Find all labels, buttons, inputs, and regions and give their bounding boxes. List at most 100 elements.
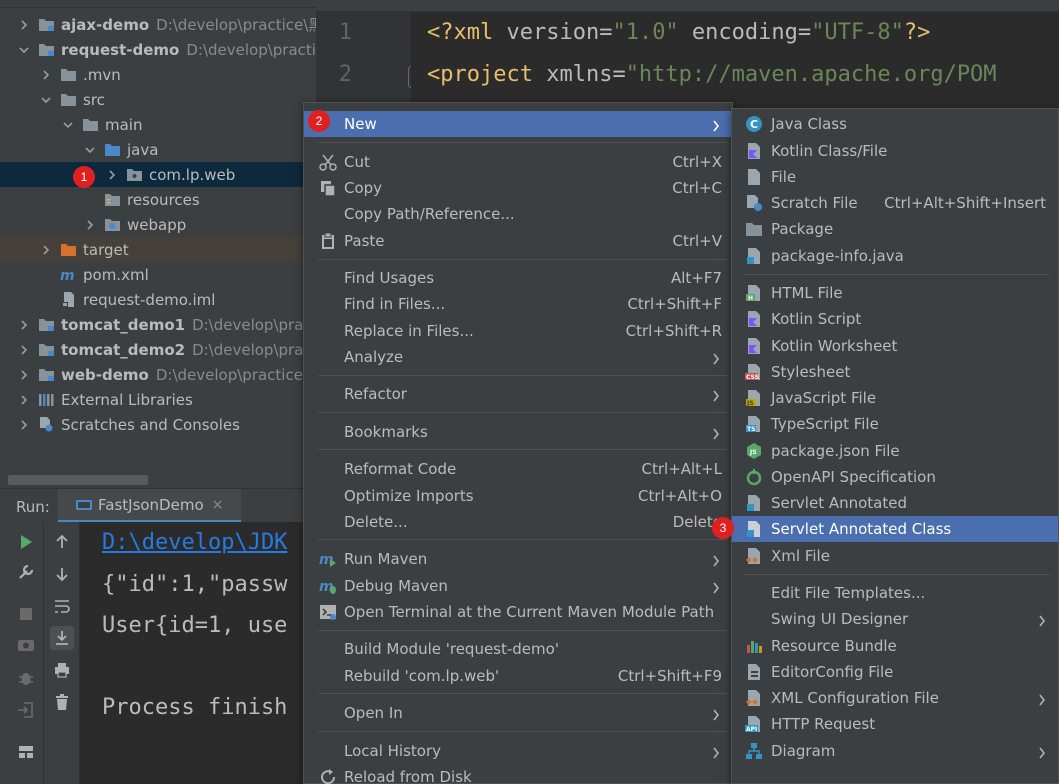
- new-item-scratch-file[interactable]: Scratch File Ctrl+Alt+Shift+Insert: [732, 190, 1058, 216]
- chevron-down-icon[interactable]: [62, 119, 74, 131]
- tree-item-pom-xml[interactable]: m pom.xml: [0, 262, 316, 287]
- menu-item-paste[interactable]: Paste Ctrl+V: [304, 228, 732, 254]
- code-editor[interactable]: <?xml version="1.0" encoding="UTF-8"?> <…: [411, 12, 1059, 108]
- menu-item-open-in[interactable]: Open In: [304, 700, 732, 726]
- menu-item-label: Local History: [344, 742, 442, 760]
- menu-item-find-usages[interactable]: Find Usages Alt+F7: [304, 265, 732, 291]
- chevron-right-icon[interactable]: [18, 344, 30, 356]
- menu-item-label: Edit File Templates...: [771, 584, 926, 602]
- tree-item-web-demo[interactable]: web-demo D:\develop\practice\: [0, 362, 316, 387]
- camera-icon[interactable]: [14, 632, 38, 656]
- menu-shortcut: Ctrl+Alt+O: [638, 487, 722, 505]
- trash-icon[interactable]: [50, 690, 74, 714]
- menu-item-reformat-code[interactable]: Reformat Code Ctrl+Alt+L: [304, 456, 732, 482]
- soft-wrap-icon[interactable]: [50, 594, 74, 618]
- new-item-openapi[interactable]: OpenAPI Specification: [732, 464, 1058, 490]
- tree-item-external-libraries[interactable]: External Libraries: [0, 387, 316, 412]
- tree-item-target[interactable]: target: [0, 237, 316, 262]
- chevron-right-icon[interactable]: [106, 169, 118, 181]
- tree-item-webapp[interactable]: webapp: [0, 212, 316, 237]
- scroll-to-end-icon[interactable]: [50, 626, 74, 650]
- menu-item-build-module[interactable]: Build Module 'request-demo': [304, 636, 732, 662]
- new-item-html-file[interactable]: H HTML File: [732, 280, 1058, 306]
- tree-item-ajax-demo[interactable]: ajax-demo D:\develop\practice\黑: [0, 12, 316, 37]
- menu-item-run-maven[interactable]: m Run Maven: [304, 546, 732, 572]
- new-item-diagram[interactable]: Diagram: [732, 738, 1058, 764]
- new-item-javascript-file[interactable]: JS JavaScript File: [732, 385, 1058, 411]
- new-item-kotlin-worksheet[interactable]: Kotlin Worksheet: [732, 333, 1058, 359]
- menu-item-rebuild[interactable]: Rebuild 'com.lp.web' Ctrl+Shift+F9: [304, 663, 732, 689]
- new-item-edit-file-templates[interactable]: Edit File Templates...: [732, 580, 1058, 606]
- new-item-stylesheet[interactable]: CSS Stylesheet: [732, 359, 1058, 385]
- tree-item-tomcat-demo1[interactable]: tomcat_demo1 D:\develop\pract: [0, 312, 316, 337]
- new-item-package-json[interactable]: JS package.json File: [732, 438, 1058, 464]
- menu-item-reload-from-disk[interactable]: Reload from Disk: [304, 764, 732, 784]
- tree-item-src[interactable]: src: [0, 87, 316, 112]
- tree-item-request-demo[interactable]: request-demo D:\develop\practice: [0, 37, 316, 62]
- chevron-right-icon[interactable]: [18, 19, 30, 31]
- new-item-xml-file[interactable]: Xml File: [732, 543, 1058, 569]
- new-item-servlet-annotated-class[interactable]: Servlet Annotated Class: [732, 516, 1058, 542]
- menu-item-new[interactable]: New: [304, 111, 732, 137]
- new-item-swing-ui-designer[interactable]: Swing UI Designer: [732, 606, 1058, 632]
- run-tab-fastjsondemo[interactable]: FastJsonDemo ×: [58, 489, 242, 523]
- menu-item-local-history[interactable]: Local History: [304, 738, 732, 764]
- chevron-down-icon[interactable]: [18, 44, 30, 56]
- menu-item-find-in-files[interactable]: Find in Files... Ctrl+Shift+F: [304, 291, 732, 317]
- tree-item-scratches-and-consoles[interactable]: Scratches and Consoles: [0, 412, 316, 437]
- tree-item-tomcat-demo2[interactable]: tomcat_demo2 D:\develop\pract: [0, 337, 316, 362]
- layout-icon[interactable]: [14, 740, 38, 764]
- menu-item-analyze[interactable]: Analyze: [304, 344, 732, 370]
- tree-item-request-demo-iml[interactable]: request-demo.iml: [0, 287, 316, 312]
- chevron-down-icon[interactable]: [84, 144, 96, 156]
- new-item-typescript-file[interactable]: TS TypeScript File: [732, 411, 1058, 437]
- new-item-kotlin-script[interactable]: Kotlin Script: [732, 306, 1058, 332]
- arrow-up-icon[interactable]: [50, 530, 74, 554]
- tree-item-java[interactable]: java: [0, 137, 316, 162]
- new-item-java-class[interactable]: C Java Class: [732, 111, 1058, 137]
- tree-item-com-lp-web[interactable]: com.lp.web: [0, 162, 316, 187]
- new-item-kotlin-class[interactable]: Kotlin Class/File: [732, 138, 1058, 164]
- menu-item-refactor[interactable]: Refactor: [304, 381, 732, 407]
- menu-item-copy[interactable]: Copy Ctrl+C: [304, 175, 732, 201]
- chevron-right-icon[interactable]: [18, 394, 30, 406]
- chevron-right-icon[interactable]: [84, 219, 96, 231]
- wrench-icon[interactable]: [14, 560, 38, 584]
- horizontal-scrollbar[interactable]: [8, 475, 148, 485]
- new-item-package[interactable]: Package: [732, 216, 1058, 242]
- chevron-down-icon[interactable]: [40, 94, 52, 106]
- chevron-right-icon[interactable]: [40, 69, 52, 81]
- menu-item-debug-maven[interactable]: m Debug Maven: [304, 573, 732, 599]
- run-toolbar-primary: [8, 522, 44, 784]
- chevron-right-icon[interactable]: [18, 319, 30, 331]
- login-icon[interactable]: [14, 698, 38, 722]
- chevron-right-icon[interactable]: [18, 419, 30, 431]
- print-icon[interactable]: [50, 658, 74, 682]
- new-item-servlet-annotated[interactable]: Servlet Annotated: [732, 490, 1058, 516]
- close-icon[interactable]: ×: [212, 497, 224, 513]
- new-item-package-info[interactable]: package-info.java: [732, 243, 1058, 269]
- new-item-file[interactable]: File: [732, 164, 1058, 190]
- menu-item-replace-in-files[interactable]: Replace in Files... Ctrl+Shift+R: [304, 318, 732, 344]
- new-item-resource-bundle[interactable]: Resource Bundle: [732, 633, 1058, 659]
- menu-item-copy-path[interactable]: Copy Path/Reference...: [304, 201, 732, 227]
- tree-item-mvn[interactable]: .mvn: [0, 62, 316, 87]
- tree-item-main[interactable]: main: [0, 112, 316, 137]
- menu-item-bookmarks[interactable]: Bookmarks: [304, 419, 732, 445]
- chevron-right-icon[interactable]: [40, 244, 52, 256]
- stop-icon[interactable]: [14, 602, 38, 626]
- bug-icon[interactable]: [14, 666, 38, 690]
- menu-item-delete[interactable]: Delete... Delete: [304, 509, 732, 535]
- menu-item-optimize-imports[interactable]: Optimize Imports Ctrl+Alt+O: [304, 483, 732, 509]
- new-item-editorconfig[interactable]: EditorConfig File: [732, 659, 1058, 685]
- rerun-icon[interactable]: [14, 530, 38, 554]
- arrow-down-icon[interactable]: [50, 562, 74, 586]
- new-item-xml-configuration-file[interactable]: XML Configuration File: [732, 685, 1058, 711]
- chevron-right-icon[interactable]: [18, 369, 30, 381]
- console-output[interactable]: D:\develop\JDK {"id":1,"passw User{id=1,…: [80, 522, 316, 784]
- console-line[interactable]: D:\develop\JDK: [102, 530, 287, 555]
- new-item-http-request[interactable]: API HTTP Request: [732, 711, 1058, 737]
- tree-item-resources[interactable]: resources: [0, 187, 316, 212]
- menu-item-cut[interactable]: Cut Ctrl+X: [304, 149, 732, 175]
- menu-item-open-terminal[interactable]: Open Terminal at the Current Maven Modul…: [304, 599, 732, 625]
